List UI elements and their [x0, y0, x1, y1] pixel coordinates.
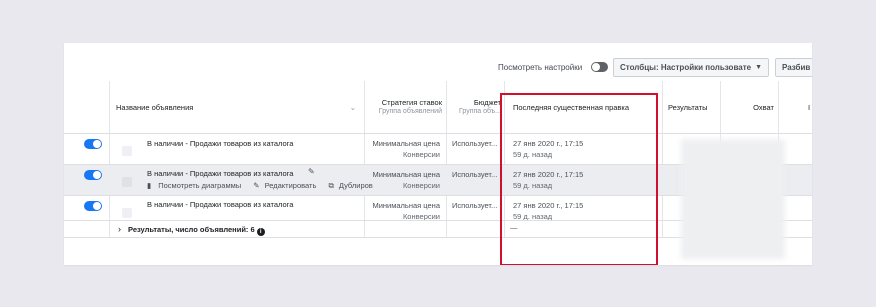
bid-strategy-cell: Минимальная цена Конверсии	[370, 170, 440, 190]
last-edit-date: 27 янв 2020 г., 17:15	[513, 201, 584, 210]
header-results-label: Результаты	[668, 103, 708, 112]
chevron-right-icon[interactable]: ›	[118, 224, 121, 234]
bid-strategy-cell: Минимальная цена Конверсии	[370, 201, 440, 220]
header-ad-name-label: Название объявления	[116, 103, 194, 112]
ad-status-toggle[interactable]	[84, 170, 102, 180]
ad-thumbnail	[122, 146, 132, 156]
info-icon[interactable]: i	[256, 228, 265, 236]
ads-manager-panel: Посмотреть настройки Столбцы: Настройки …	[64, 43, 812, 265]
columns-label: Столбцы: Настройки пользовате	[620, 63, 752, 72]
results-summary-text: Результаты, число объявлений: 6	[128, 225, 255, 234]
bid-strategy-value: Минимальная цена	[372, 139, 440, 148]
budget-cell: Использует...	[452, 139, 498, 148]
last-edit-cell: 27 янв 2020 г., 17:15 59 д. назад	[513, 139, 583, 159]
bid-strategy-sub: Конверсии	[402, 150, 440, 159]
last-edit-ago: 59 д. назад	[513, 181, 553, 190]
ad-name-link[interactable]: В наличии - Продажи товаров из каталога	[147, 200, 293, 209]
ad-name-link[interactable]: В наличии - Продажи товаров из каталога	[147, 139, 293, 148]
view-settings-label: Посмотреть настройки	[498, 63, 583, 72]
edit-action[interactable]: ✎ Редактировать	[253, 181, 321, 190]
duplicate-label: Дублиров	[338, 181, 373, 190]
results-summary-label: Результаты, число объявлений: 6i	[128, 225, 265, 236]
header-extra-label: I	[808, 103, 811, 112]
sort-icon[interactable]: ⌄	[350, 103, 356, 112]
view-settings-toggle[interactable]	[591, 62, 608, 72]
last-edit-cell: 27 янв 2020 г., 17:15 59 д. назад	[513, 170, 583, 190]
breakdown-dropdown[interactable]: Разбив	[775, 58, 812, 77]
last-edit-summary: —	[510, 223, 518, 232]
pencil-icon[interactable]: ✎	[308, 167, 315, 176]
header-last-edit-label: Последняя существенная правка	[513, 103, 630, 112]
bid-strategy-value: Минимальная цена	[372, 201, 440, 210]
caret-down-icon: ▼	[755, 64, 762, 71]
header-budget-label: Бюджет	[473, 98, 501, 107]
bid-strategy-cell: Минимальная цена Конверсии	[370, 139, 440, 159]
ad-thumbnail	[122, 177, 132, 187]
pencil-icon: ✎	[253, 181, 260, 190]
toolbar: Посмотреть настройки Столбцы: Настройки …	[64, 43, 812, 81]
view-charts-action[interactable]: ▮ Посмотреть диаграммы	[147, 181, 246, 190]
bar-chart-icon: ▮	[147, 181, 152, 190]
blurred-metrics	[681, 139, 785, 259]
ad-status-toggle[interactable]	[84, 139, 102, 149]
last-edit-ago: 59 д. назад	[513, 150, 553, 159]
header-budget-sub: Группа объ...	[458, 108, 501, 115]
row-actions: ▮ Посмотреть диаграммы ✎ Редактировать ⧉ Д…	[147, 181, 383, 191]
view-charts-label: Посмотреть диаграммы	[158, 181, 242, 190]
ad-name-link[interactable]: В наличии - Продажи товаров из каталога	[147, 169, 293, 178]
last-edit-cell: 27 янв 2020 г., 17:15 59 д. назад	[513, 201, 583, 220]
edit-label: Редактировать	[264, 181, 317, 190]
header-reach-label: Охват	[753, 103, 774, 112]
bid-strategy-sub: Конверсии	[402, 181, 440, 190]
last-edit-ago: 59 д. назад	[513, 212, 553, 220]
bid-strategy-value: Минимальная цена	[372, 170, 440, 179]
bid-strategy-sub: Конверсии	[402, 212, 440, 220]
ad-status-toggle[interactable]	[84, 201, 102, 211]
header-bid-strategy-label: Стратегия ставок	[381, 98, 442, 107]
header-bid-strategy-sub: Группа объявлений	[378, 108, 442, 115]
last-edit-date: 27 янв 2020 г., 17:15	[513, 170, 584, 179]
budget-cell: Использует...	[452, 170, 498, 179]
last-edit-date: 27 янв 2020 г., 17:15	[513, 139, 584, 148]
breakdown-label: Разбив	[782, 63, 811, 72]
columns-dropdown[interactable]: Столбцы: Настройки пользовате ▼	[613, 58, 769, 77]
duplicate-icon: ⧉	[328, 181, 334, 190]
budget-cell: Использует...	[452, 201, 498, 210]
ad-thumbnail	[122, 208, 132, 218]
